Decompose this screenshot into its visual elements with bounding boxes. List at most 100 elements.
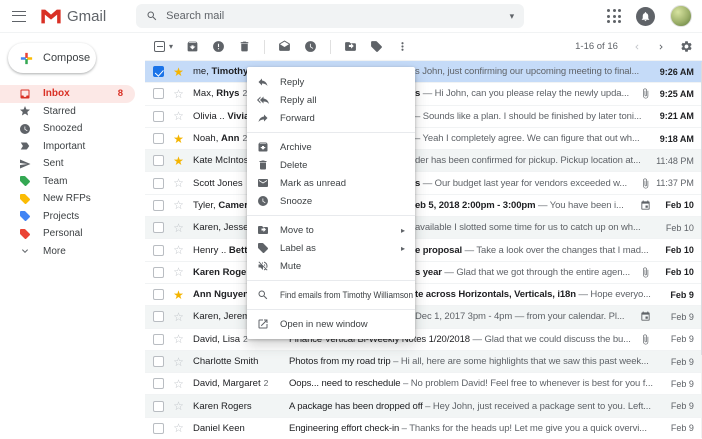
archive-icon[interactable] [186,40,199,53]
search-input[interactable]: Search mail [166,10,501,22]
row-checkbox[interactable] [153,266,164,278]
star-icon[interactable]: ☆ [172,422,185,434]
email-row[interactable]: ☆ David, Margaret 2 Oops... need to resched… [145,373,702,396]
star-icon[interactable]: ☆ [172,222,185,234]
menu-item-reply-all[interactable]: Reply all [247,91,415,109]
star-icon[interactable]: ☆ [172,88,185,100]
select-all-box-icon[interactable] [154,41,165,52]
row-checkbox[interactable] [153,400,164,412]
menu-item-reply[interactable]: Reply [247,73,415,91]
email-row[interactable]: ☆Olivia .. Vivian8– Sounds like a plan. … [145,105,702,128]
sidebar-item-projects[interactable]: Projects [0,208,135,226]
menu-item-archive[interactable]: Archive [247,138,415,156]
star-icon[interactable]: ☆ [172,356,185,368]
snooze-icon[interactable] [304,40,317,53]
older-page-icon[interactable] [656,42,666,52]
row-checkbox[interactable] [153,356,164,367]
menu-item-mark-as-unread[interactable]: Mark as unread [247,174,415,192]
row-checkbox[interactable] [153,177,164,189]
sidebar-item-label: Team [43,175,68,187]
email-row[interactable]: ☆Henry .. Betty4e proposal — Take a look… [145,239,702,262]
menu-item-open-in-new-window[interactable]: Open in new window [247,315,415,333]
email-row[interactable]: ☆ Karen Rogers A package has been dropped … [145,395,702,418]
email-row[interactable]: ☆ David, Lisa 2 Finance Vertical Bi-Weekly … [145,328,702,351]
sidebar-item-personal[interactable]: Personal [0,225,135,243]
main-menu-icon[interactable] [12,10,26,22]
compose-button[interactable]: Compose [8,43,96,73]
menu-item-find-emails-from-timothy-williamson[interactable]: Find emails from Timothy Williamson [247,286,415,304]
report-spam-icon[interactable] [212,40,225,53]
row-checkbox[interactable] [153,333,164,345]
settings-gear-icon[interactable] [680,40,693,53]
search-options-caret-icon[interactable]: ▾ [510,11,515,22]
email-row[interactable]: ★ Kate McIntosh der has been confirmed for… [145,150,702,173]
sidebar-item-snoozed[interactable]: Snoozed [0,120,135,138]
email-row[interactable]: ☆ Max, Rhys 2 s — Hi John, can you please r… [145,83,702,106]
row-checkbox[interactable] [153,110,164,122]
gmail-logo[interactable]: Gmail [40,8,106,25]
delete-icon[interactable] [238,40,251,53]
sidebar-item-inbox[interactable]: Inbox 8 [0,85,135,103]
menu-item-delete[interactable]: Delete [247,156,415,174]
mark-as-read-icon[interactable] [278,40,291,53]
labels-icon[interactable] [370,40,383,53]
star-icon[interactable]: ★ [172,66,185,78]
email-row[interactable]: ★me, Timothy3s John, just confirming our… [145,61,702,84]
star-icon[interactable]: ☆ [172,110,185,122]
row-checkbox[interactable] [153,133,164,145]
star-icon[interactable]: ★ [172,155,185,167]
star-icon[interactable]: ☆ [172,199,185,211]
star-icon[interactable]: ★ [172,289,185,301]
email-subject: Oops... need to reschedule – No problem … [289,378,653,390]
row-checkbox[interactable] [153,311,164,323]
move-to-icon[interactable] [344,40,357,53]
sidebar: Compose Inbox 8 Starred Snoozed Important Sen… [0,33,145,439]
email-row[interactable]: ★ Noah, Ann 2– Yeah I completely agree. We… [145,127,702,151]
email-row[interactable]: ☆Tyler, Cameron2eb 5, 2018 2:00pm - 3:00… [145,194,702,218]
menu-item-move-to[interactable]: Move to ▸ [247,221,415,239]
email-row[interactable]: ☆ Karen, Jesse, Ale available I slotted so… [145,217,702,240]
star-icon[interactable]: ☆ [172,333,185,345]
email-row[interactable]: ☆ Karen Rogers s year — Glad that we got t… [145,261,702,284]
email-row[interactable]: ☆ Daniel Keen Engineering effort check-in … [145,417,702,439]
newer-page-icon[interactable] [632,42,642,52]
star-icon[interactable]: ☆ [172,244,185,256]
menu-item-snooze[interactable]: Snooze [247,192,415,210]
sidebar-item-important[interactable]: Important [0,138,135,156]
star-icon[interactable]: ☆ [172,177,185,189]
row-checkbox[interactable] [153,199,164,211]
row-checkbox[interactable] [153,222,164,234]
notifications-bell-icon[interactable] [636,6,655,26]
row-checkbox[interactable] [153,66,164,78]
sidebar-item-starred[interactable]: Starred [0,103,135,121]
menu-item-mute[interactable]: Mute [247,257,415,275]
sidebar-item-team[interactable]: Team [0,173,135,191]
email-row[interactable]: ☆ Scott Jones s — Our budget last year for… [145,172,702,195]
row-checkbox[interactable] [153,422,164,434]
sidebar-item-new-rfps[interactable]: New RFPs [0,190,135,208]
row-checkbox[interactable] [153,244,164,256]
menu-item-label-as[interactable]: Label as ▸ [247,239,415,257]
email-row[interactable]: ★ Ann Nguyen te across Horizontals, Vertic… [145,283,702,307]
row-checkbox[interactable] [153,378,164,390]
email-row[interactable]: ☆ Karen, Jeremy, W Dec 1, 2017 3pm - 4pm —… [145,306,702,329]
star-icon[interactable]: ★ [172,133,185,145]
user-avatar[interactable] [670,5,692,27]
sidebar-item-more[interactable]: More [0,243,135,261]
email-row[interactable]: ☆ Charlotte Smith Photos from my road trip… [145,350,702,374]
star-icon[interactable]: ☆ [172,266,185,278]
more-options-icon[interactable] [396,40,409,53]
star-icon[interactable]: ☆ [172,378,185,390]
apps-grid-icon[interactable] [607,9,621,23]
select-all-checkbox[interactable]: ▾ [154,41,173,52]
search-bar[interactable]: Search mail ▾ [136,4,525,28]
star-icon[interactable]: ☆ [172,400,185,412]
row-checkbox[interactable] [153,155,164,167]
star-icon[interactable]: ☆ [172,311,185,323]
row-checkbox[interactable] [153,289,164,301]
sidebar-item-sent[interactable]: Sent [0,155,135,173]
menu-item-forward[interactable]: Forward [247,109,415,127]
select-all-caret-icon[interactable]: ▾ [169,42,173,51]
app-title: Gmail [67,7,107,25]
row-checkbox[interactable] [153,88,164,100]
